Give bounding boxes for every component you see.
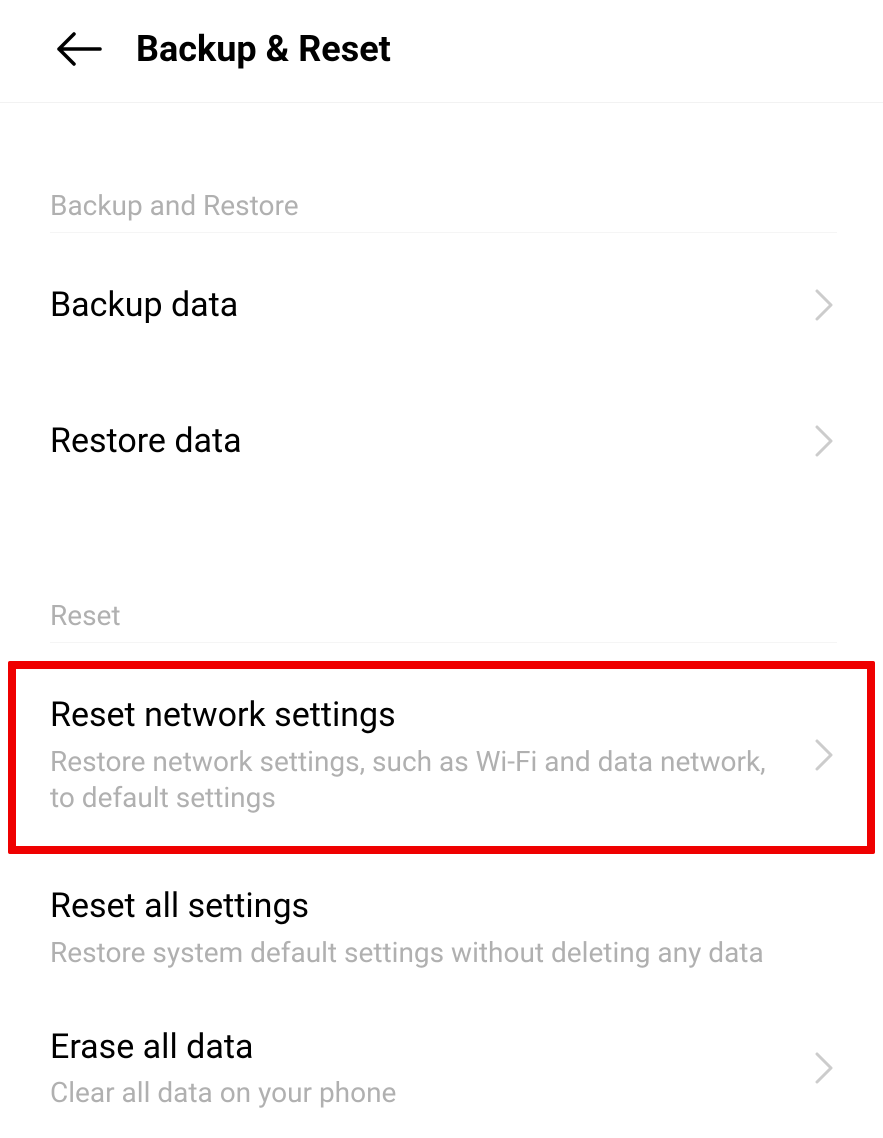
chevron-right-icon [815,739,833,771]
header-bar: Backup & Reset [0,0,883,103]
item-title: Backup data [50,283,795,327]
item-title: Restore data [50,419,795,463]
backup-data-item[interactable]: Backup data [50,233,833,373]
back-button[interactable] [56,31,102,67]
page-title: Backup & Reset [136,28,391,70]
item-text: Erase all data Clear all data on your ph… [50,1025,815,1112]
item-subtitle: Restore system default settings without … [50,935,813,971]
reset-all-settings-item[interactable]: Reset all settings Restore system defaul… [50,864,833,997]
highlight-annotation: Reset network settings Restore network s… [8,661,875,854]
erase-all-data-item[interactable]: Erase all data Clear all data on your ph… [50,997,833,1138]
chevron-right-icon [815,289,833,321]
item-subtitle: Restore network settings, such as Wi-Fi … [50,744,795,817]
chevron-right-icon [815,1052,833,1084]
section-header-reset: Reset [50,509,837,643]
item-title: Reset all settings [50,884,813,928]
chevron-right-icon [815,425,833,457]
restore-data-item[interactable]: Restore data [50,373,833,509]
section-header-backup-restore: Backup and Restore [50,103,837,233]
content-area: Backup and Restore Backup data Restore d… [0,103,883,1138]
item-text: Reset network settings Restore network s… [50,693,815,816]
item-text: Reset all settings Restore system defaul… [50,884,833,971]
item-title: Reset network settings [50,693,795,737]
item-text: Backup data [50,283,815,327]
reset-network-settings-item[interactable]: Reset network settings Restore network s… [50,693,833,816]
item-subtitle: Clear all data on your phone [50,1075,795,1111]
arrow-left-icon [56,31,102,67]
item-title: Erase all data [50,1025,795,1069]
item-text: Restore data [50,419,815,463]
